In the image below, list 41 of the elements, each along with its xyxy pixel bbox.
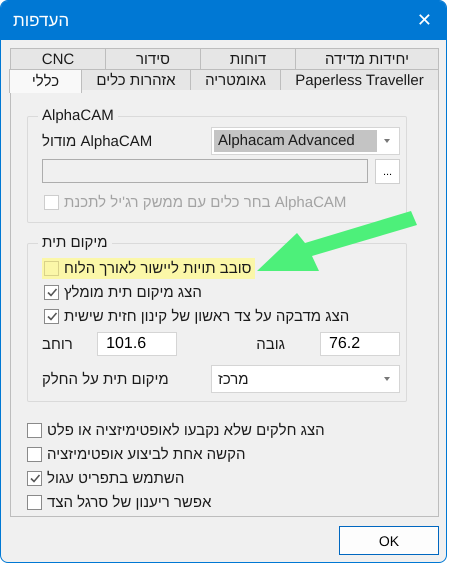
tab[interactable]: יחידות מדידה (295, 48, 439, 69)
checkbox-label: הקשה אחת לביצוע אופטימיזציה (47, 446, 246, 462)
checkbox[interactable] (44, 284, 59, 300)
checkbox[interactable] (27, 470, 42, 486)
tab[interactable]: דוחות (200, 48, 296, 69)
close-button[interactable]: ✕ (410, 10, 438, 31)
tab[interactable]: סידור (105, 48, 201, 69)
checkbox-label: הצג מדבקה על צד ראשון של קינון חזית שישית (64, 308, 350, 324)
checkbox[interactable] (44, 260, 59, 276)
caret-icon (384, 139, 390, 143)
checkbox-label: סובב תויות ליישור לאורך הלוח (64, 260, 252, 276)
checkbox-label: הצג מיקום תית מומלץ (64, 284, 202, 300)
checkbox[interactable] (27, 422, 42, 438)
field-label: גובה (255, 336, 286, 352)
checkbox-label: השתמש בתפריט עגול (47, 470, 184, 486)
tab[interactable]: כללי (9, 69, 82, 93)
checkbox[interactable] (27, 494, 42, 510)
checkbox[interactable] (44, 308, 59, 324)
tab[interactable]: גאומטריה (190, 69, 281, 90)
field-label: מודול AlphaCAM (42, 132, 152, 150)
browse-button[interactable]: ... (375, 159, 400, 184)
ok-button[interactable]: OK (339, 526, 439, 555)
dropdown-value: מרכז (217, 370, 250, 388)
checkbox[interactable] (27, 446, 42, 462)
window-title: העדפות (13, 10, 70, 30)
position-dropdown[interactable]: מרכז (211, 365, 400, 393)
checkbox-label: הצג חלקים שלא נקבעו לאופטימיזציה או פלט (47, 422, 325, 438)
tab[interactable]: Paperless Traveller (280, 69, 439, 90)
group-title: AlphaCAM (38, 107, 118, 124)
field-label: מיקום תית על החלק (42, 370, 169, 388)
caret-icon (384, 377, 390, 381)
module-dropdown[interactable]: Alphacam Advanced (211, 127, 400, 155)
dropdown-value: Alphacam Advanced (214, 130, 377, 152)
height-field[interactable]: 76.2 (320, 332, 400, 356)
field-label: רוחב (42, 336, 74, 352)
tab[interactable]: אזהרות כלים (81, 69, 191, 90)
tab[interactable]: CNC (10, 48, 106, 69)
width-field[interactable]: 101.6 (97, 332, 178, 356)
checkbox-label: בחר כלים עם ממשק רג'יל לתכנת AlphaCAM (64, 194, 346, 210)
checkbox-label: אפשר ריענון של סרגל הצד (47, 494, 212, 510)
path-field[interactable] (42, 159, 368, 183)
